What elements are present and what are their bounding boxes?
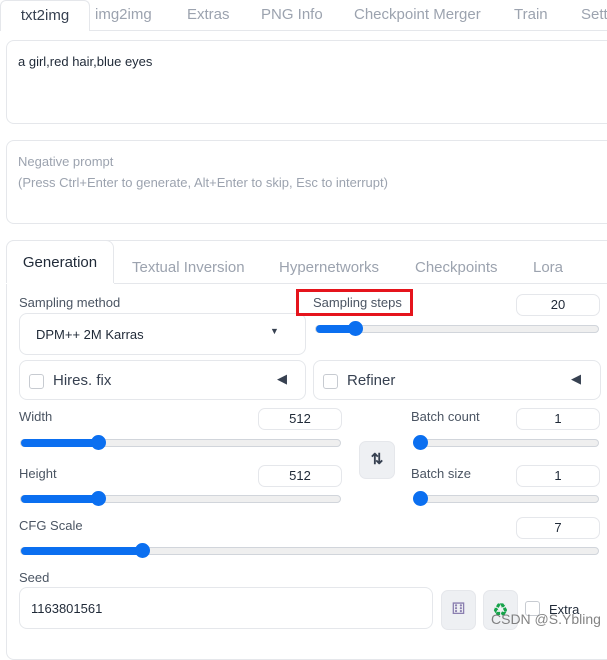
tab-txt2img[interactable]: txt2img <box>0 0 90 31</box>
seed-input[interactable]: 1163801561 <box>19 587 433 629</box>
height-label: Height <box>19 466 57 481</box>
slider-thumb[interactable] <box>413 491 428 506</box>
subtab-checkpoints[interactable]: Checkpoints <box>415 253 498 283</box>
swap-arrows-icon: ⇅ <box>370 451 384 468</box>
dice-icon: ⚅ <box>451 601 466 618</box>
sampling-method-select[interactable]: DPM++ 2M Karras ▼ <box>19 313 306 355</box>
tab-divider <box>90 30 607 31</box>
refiner-label: Refiner <box>347 372 396 389</box>
tab-img2img[interactable]: img2img <box>95 0 152 30</box>
cfg-scale-slider[interactable] <box>20 543 599 558</box>
sampling-method-label: Sampling method <box>19 295 121 310</box>
tab-train[interactable]: Train <box>514 0 548 30</box>
sampling-steps-slider[interactable] <box>315 321 599 336</box>
hires-fix-checkbox[interactable] <box>29 374 44 389</box>
batch-size-input[interactable]: 1 <box>516 465 600 487</box>
batch-count-label: Batch count <box>411 409 480 424</box>
batch-size-label: Batch size <box>411 466 471 481</box>
width-label: Width <box>19 409 53 424</box>
prompt-input[interactable]: a girl,red hair,blue eyes <box>6 40 607 124</box>
seed-label: Seed <box>19 570 50 585</box>
slider-thumb[interactable] <box>90 491 106 506</box>
batch-size-slider[interactable] <box>413 491 599 506</box>
slider-fill <box>21 439 98 447</box>
cfg-scale-input[interactable]: 7 <box>516 517 600 539</box>
slider-fill <box>21 547 143 555</box>
prompt-text: a girl,red hair,blue eyes <box>18 54 153 69</box>
batch-count-slider[interactable] <box>413 435 599 450</box>
sampling-steps-input[interactable]: 20 <box>516 294 600 316</box>
refiner-checkbox[interactable] <box>323 374 338 389</box>
subtab-gap <box>6 283 114 284</box>
slider-fill <box>21 495 98 503</box>
watermark: CSDN @S.Ybling <box>491 611 601 627</box>
tab-extras[interactable]: Extras <box>187 0 230 30</box>
seed-value: 1163801561 <box>31 601 103 616</box>
cfg-scale-label: CFG Scale <box>19 518 83 533</box>
hires-fix-label: Hires. fix <box>53 372 112 389</box>
height-input[interactable]: 512 <box>258 465 342 487</box>
collapse-arrow-icon[interactable]: ◀ <box>571 371 581 387</box>
negative-prompt-input[interactable]: Negative prompt (Press Ctrl+Enter to gen… <box>6 140 607 224</box>
tab-settings[interactable]: Settings <box>581 0 607 30</box>
swap-dimensions-button[interactable]: ⇅ <box>359 441 395 479</box>
slider-thumb[interactable] <box>90 435 106 450</box>
subtab-hypernetworks[interactable]: Hypernetworks <box>279 253 379 283</box>
slider-thumb[interactable] <box>413 435 428 450</box>
refiner-accordion[interactable]: Refiner ◀ <box>313 360 601 400</box>
collapse-arrow-icon[interactable]: ◀ <box>277 371 287 387</box>
height-slider[interactable] <box>20 491 341 506</box>
width-input[interactable]: 512 <box>258 408 342 430</box>
tab-png-info[interactable]: PNG Info <box>261 0 323 30</box>
subtab-generation[interactable]: Generation <box>6 240 114 284</box>
subtab-textual-inversion[interactable]: Textual Inversion <box>132 253 245 283</box>
negative-prompt-placeholder: (Press Ctrl+Enter to generate, Alt+Enter… <box>18 175 388 190</box>
tab-checkpoint-merger[interactable]: Checkpoint Merger <box>354 0 481 30</box>
caret-down-icon: ▼ <box>270 326 279 336</box>
subtab-lora[interactable]: Lora <box>533 253 563 283</box>
negative-prompt-label: Negative prompt <box>18 154 114 169</box>
sampling-method-value: DPM++ 2M Karras <box>36 327 144 342</box>
hires-fix-accordion[interactable]: Hires. fix ◀ <box>19 360 306 400</box>
batch-count-input[interactable]: 1 <box>516 408 600 430</box>
random-seed-button[interactable]: ⚅ <box>441 590 476 630</box>
sampling-steps-label: Sampling steps <box>313 295 402 310</box>
width-slider[interactable] <box>20 435 341 450</box>
